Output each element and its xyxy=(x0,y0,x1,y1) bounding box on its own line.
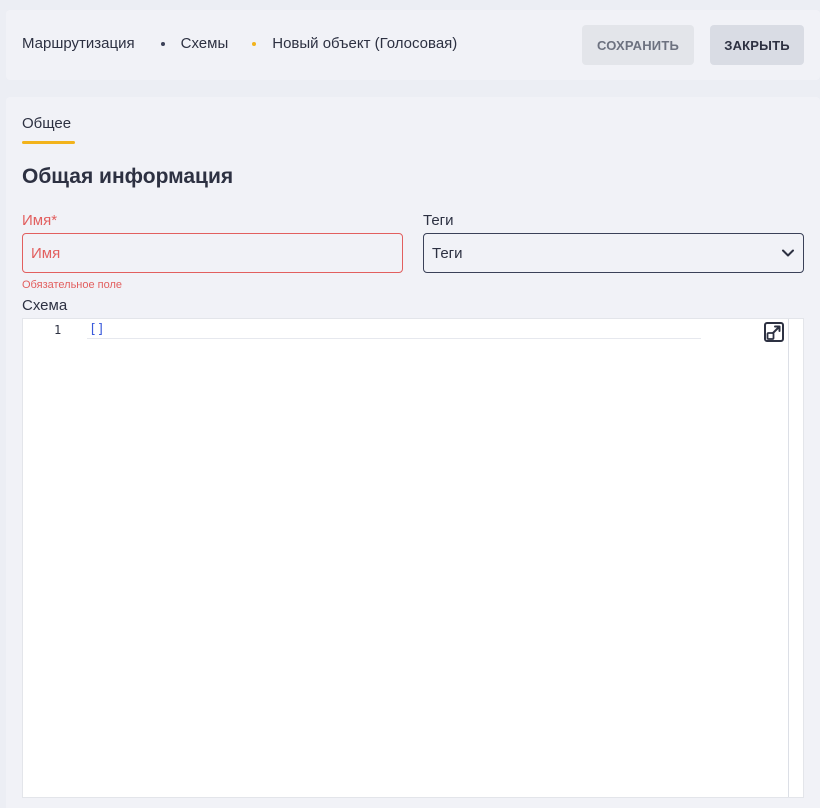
tags-field-label: Теги xyxy=(423,212,454,229)
active-tab-indicator xyxy=(22,141,75,144)
section-title: Общая информация xyxy=(22,165,234,188)
name-input[interactable] xyxy=(22,233,403,273)
tags-select-value: Теги xyxy=(432,244,463,262)
breadcrumb-separator xyxy=(160,41,165,46)
page-header: Маршрутизация Схемы Новый объект (Голосо… xyxy=(6,10,820,80)
name-field-label: Имя* xyxy=(22,212,58,229)
breadcrumb-item-routing[interactable]: Маршрутизация xyxy=(22,35,135,52)
schema-code-editor[interactable]: 1 [] xyxy=(22,318,804,798)
code-line[interactable]: [] xyxy=(87,321,701,339)
tab-general[interactable]: Общее xyxy=(22,115,71,132)
save-button[interactable]: СОХРАНИТЬ xyxy=(582,25,694,65)
line-number: 1 xyxy=(54,323,62,337)
chevron-down-icon[interactable] xyxy=(781,246,795,260)
breadcrumb-separator-current xyxy=(252,41,257,46)
expand-icon[interactable] xyxy=(763,321,785,343)
main-content: Общее Общая информация Имя* Обязательное… xyxy=(6,97,820,808)
breadcrumb: Маршрутизация Схемы Новый объект (Голосо… xyxy=(22,35,457,52)
breadcrumb-item-current: Новый объект (Голосовая) xyxy=(272,35,458,52)
editor-scrollbar[interactable] xyxy=(788,319,789,797)
tags-select[interactable]: Теги xyxy=(423,233,804,273)
breadcrumb-item-schemes[interactable]: Схемы xyxy=(181,35,229,52)
name-error-message: Обязательное поле xyxy=(22,279,123,291)
close-button[interactable]: ЗАКРЫТЬ xyxy=(710,25,804,65)
schema-field-label: Схема xyxy=(22,297,68,314)
